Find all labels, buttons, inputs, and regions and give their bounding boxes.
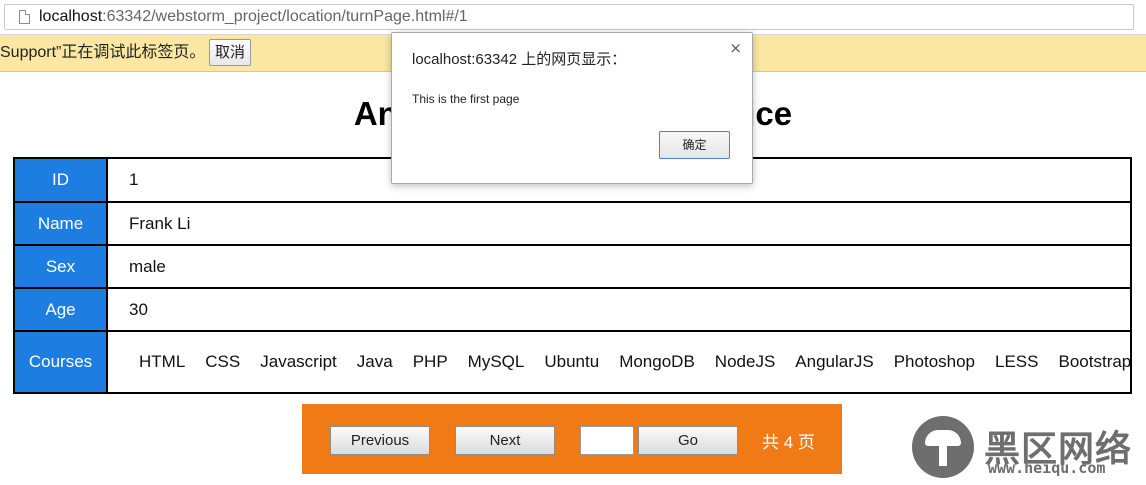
row-label-name: Name — [15, 203, 108, 244]
page-icon — [19, 10, 30, 24]
dialog-message: This is the first page — [412, 92, 520, 106]
watermark-logo — [912, 416, 974, 478]
page-number-input[interactable] — [580, 426, 634, 455]
dialog-ok-button[interactable]: 确定 — [659, 131, 730, 159]
course-item: MySQL — [467, 352, 525, 371]
address-bar: localhost:63342/webstorm_project/locatio… — [0, 0, 1146, 35]
course-item: Bootstrap — [1058, 352, 1132, 371]
course-list: HTML CSS Javascript Java PHP MySQL Ubunt… — [139, 332, 1146, 392]
course-item: Photoshop — [893, 352, 976, 371]
row-value-age: 30 — [129, 299, 148, 319]
row-value-name: Frank Li — [129, 213, 191, 233]
table-row-sex: Sex male — [15, 244, 1130, 287]
row-label-courses: Courses — [15, 332, 108, 392]
total-pages-text: 共 4 页 — [762, 433, 815, 452]
student-table: ID 1 Name Frank Li Sex male Age 30 Cours… — [13, 157, 1132, 394]
pager-bar: Previous Next Go 共 4 页 — [302, 404, 842, 474]
go-button[interactable]: Go — [638, 426, 738, 455]
table-row-courses: Courses HTML CSS Javascript Java PHP MyS… — [15, 330, 1131, 392]
url-field[interactable]: localhost:63342/webstorm_project/locatio… — [4, 4, 1134, 30]
row-label-age: Age — [15, 289, 108, 330]
alert-dialog: localhost:63342 上的网页显示： × This is the fi… — [391, 32, 753, 184]
row-label-id: ID — [15, 159, 108, 201]
row-label-sex: Sex — [15, 246, 108, 287]
course-item: HTML — [139, 352, 186, 371]
watermark-url: www.heiqu.com — [988, 459, 1106, 477]
course-item: Java — [356, 352, 393, 371]
course-item: PHP — [412, 352, 448, 371]
row-value-id: 1 — [129, 170, 139, 189]
previous-button[interactable]: Previous — [330, 426, 430, 455]
url-path: :63342/webstorm_project/location/turnPag… — [102, 8, 468, 25]
course-item: CSS — [205, 352, 241, 371]
table-row-name: Name Frank Li — [15, 201, 1130, 244]
infobar-message: Support”正在调试此标签页。 — [0, 44, 206, 61]
dialog-title: localhost:63342 上的网页显示： — [412, 51, 627, 68]
table-row-age: Age 30 — [15, 287, 1130, 330]
course-item: MongoDB — [619, 352, 695, 371]
next-button[interactable]: Next — [455, 426, 555, 455]
course-item: NodeJS — [714, 352, 776, 371]
url-host: localhost — [39, 8, 103, 25]
infobar-cancel-button[interactable]: 取消 — [209, 39, 251, 66]
close-icon[interactable]: × — [729, 39, 742, 57]
course-item: Javascript — [260, 352, 337, 371]
course-item: Ubuntu — [544, 352, 600, 371]
url-text[interactable]: localhost:63342/webstorm_project/locatio… — [39, 8, 468, 26]
course-item: LESS — [995, 352, 1039, 371]
row-value-sex: male — [129, 256, 166, 276]
course-item: AngularJS — [795, 352, 874, 371]
